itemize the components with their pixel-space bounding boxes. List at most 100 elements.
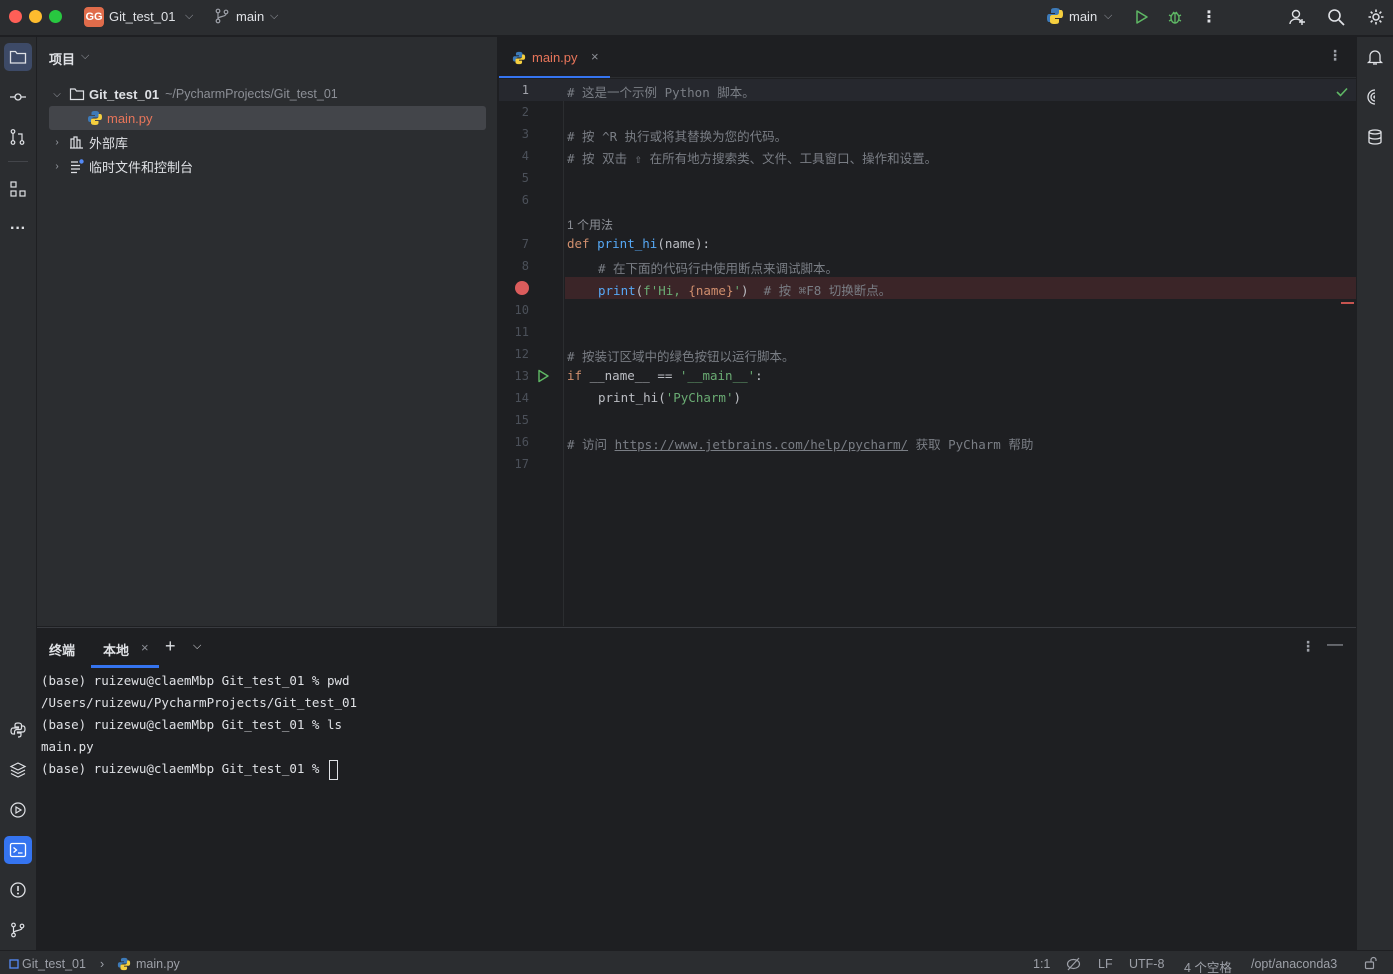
line-number: 11 <box>514 325 529 339</box>
terminal-line: main.py <box>41 739 94 754</box>
bug-icon <box>1168 11 1182 24</box>
code-line[interactable]: 7 def print_hi(name): <box>499 233 1356 255</box>
terminal-line: /Users/ruizewu/PycharmProjects/Git_test_… <box>41 695 358 710</box>
close-icon[interactable]: × <box>141 640 149 655</box>
code-line[interactable]: 6 <box>499 189 1356 211</box>
run-button[interactable] <box>1130 6 1152 28</box>
chevron-down-icon[interactable]: ⌵ <box>193 640 201 653</box>
code-line[interactable]: 12 # 按装订区域中的绿色按钮以运行脚本。 <box>499 343 1356 365</box>
more-actions-icon[interactable]: ⋮ <box>1301 638 1315 655</box>
folder-icon <box>69 88 85 101</box>
project-tool-button[interactable] <box>4 43 32 71</box>
structure-tool-button[interactable] <box>4 175 32 203</box>
usages-hint[interactable]: 1 个用法 <box>567 216 613 233</box>
code-line[interactable]: 14 print_hi('PyCharm') <box>499 387 1356 409</box>
project-name[interactable]: Git_test_01 <box>109 9 176 24</box>
chevron-right-icon[interactable]: › <box>51 161 63 172</box>
code-line[interactable]: 13 if __name__ == '__main__': <box>499 365 1356 387</box>
code-text: # 按 双击 ⇧ 在所有地方搜索类、文件、工具窗口、操作和设置。 <box>567 151 938 166</box>
code-line[interactable]: 1 # 这是一个示例 Python 脚本。 <box>499 79 1356 101</box>
tree-item-external-libraries[interactable]: › 外部库 <box>37 130 498 154</box>
minimize-icon[interactable]: — <box>1327 636 1343 654</box>
breakpoint-icon[interactable] <box>515 281 529 295</box>
zoom-window-button[interactable] <box>49 10 62 23</box>
code-line[interactable]: print(f'Hi, {name}') # 按 ⌘F8 切换断点。 <box>499 277 1356 299</box>
chevron-down-icon[interactable]: ⌵ <box>185 10 193 23</box>
caret-position[interactable]: 1:1 <box>1033 957 1050 971</box>
code-line[interactable]: 5 <box>499 167 1356 189</box>
run-config-selector[interactable]: main <box>1069 9 1097 24</box>
python-icon[interactable] <box>1046 7 1064 25</box>
chevron-down-icon[interactable]: ⌵ <box>51 89 63 100</box>
help-link[interactable]: https://www.jetbrains.com/help/pycharm/ <box>615 437 909 452</box>
problems-icon <box>10 882 26 898</box>
project-badge[interactable]: GG <box>84 7 104 27</box>
more-actions-icon[interactable]: ⋮ <box>1328 47 1342 64</box>
indent-setting[interactable]: 4 个空格 <box>1184 957 1232 974</box>
branch-selector[interactable]: main <box>236 9 264 24</box>
python-console-tool-button[interactable] <box>4 716 32 744</box>
database-tool-button[interactable] <box>1361 123 1389 151</box>
services-tool-button[interactable] <box>4 796 32 824</box>
search-button[interactable] <box>1325 6 1347 28</box>
breadcrumb-file[interactable]: main.py <box>136 957 180 971</box>
code-line[interactable]: 3 # 按 ^R 执行或将其替换为您的代码。 <box>499 123 1356 145</box>
tree-item-scratches[interactable]: › 临时文件和控制台 <box>37 154 498 178</box>
chevron-right-icon: › <box>100 957 105 971</box>
chevron-down-icon[interactable]: ⌵ <box>270 10 278 23</box>
tree-item-main-py[interactable]: main.py <box>49 106 486 130</box>
code-text: # 在下面的代码行中使用断点来调试脚本。 <box>598 261 839 276</box>
python-interpreter[interactable]: /opt/anaconda3 <box>1251 957 1337 971</box>
add-user-button[interactable] <box>1286 6 1308 28</box>
terminal-cursor <box>328 759 338 780</box>
code-line[interactable]: 10 <box>499 299 1356 321</box>
tree-item-project-root[interactable]: ⌵ Git_test_01 ~/PycharmProjects/Git_test… <box>37 82 498 106</box>
code-line[interactable]: 2 <box>499 101 1356 123</box>
line-number: 13 <box>514 369 529 383</box>
terminal-output[interactable]: (base) ruizewu@claemMbp Git_test_01 % pw… <box>41 670 1341 780</box>
breadcrumb-project[interactable]: Git_test_01 <box>22 957 86 971</box>
python-packages-tool-button[interactable] <box>4 756 32 784</box>
tree-item-label: 外部库 <box>89 135 129 151</box>
pull-requests-tool-button[interactable] <box>4 123 32 151</box>
minimize-window-button[interactable] <box>29 10 42 23</box>
terminal-tool-button[interactable] <box>4 836 32 864</box>
scrollbar-marker[interactable] <box>1341 302 1354 304</box>
debug-button[interactable] <box>1164 6 1186 28</box>
run-gutter-icon[interactable] <box>536 369 550 383</box>
chevron-down-icon[interactable]: ⌵ <box>81 50 89 63</box>
more-tools-icon[interactable]: ··· <box>4 215 32 243</box>
file-encoding[interactable]: UTF-8 <box>1129 957 1164 971</box>
new-tab-plus-icon[interactable]: + <box>165 636 176 657</box>
lock-icon[interactable] <box>1364 956 1378 970</box>
chevron-down-icon[interactable]: ⌵ <box>1104 10 1112 23</box>
problems-tool-button[interactable] <box>4 876 32 904</box>
editor-tab-main-py[interactable]: main.py × <box>499 37 610 78</box>
notifications-tool-button[interactable] <box>1361 43 1389 71</box>
terminal-tab-local[interactable]: 本地 × <box>91 628 159 668</box>
close-window-button[interactable] <box>9 10 22 23</box>
chevron-right-icon[interactable]: › <box>51 137 63 148</box>
code-line[interactable]: 15 <box>499 409 1356 431</box>
close-icon[interactable]: × <box>591 49 599 64</box>
code-insight-off-icon[interactable] <box>1066 957 1081 971</box>
code-line[interactable]: 4 # 按 双击 ⇧ 在所有地方搜索类、文件、工具窗口、操作和设置。 <box>499 145 1356 167</box>
line-separator[interactable]: LF <box>1098 957 1113 971</box>
terminal-prompt-line[interactable]: (base) ruizewu@claemMbp Git_test_01 % <box>41 758 1341 780</box>
ai-assistant-tool-button[interactable] <box>1361 83 1389 111</box>
commit-tool-button[interactable] <box>4 83 32 111</box>
more-actions-icon[interactable]: ⋮ <box>1198 6 1220 28</box>
terminal-line: (base) ruizewu@claemMbp Git_test_01 % ls <box>41 717 343 732</box>
code-line[interactable]: 17 <box>499 453 1356 475</box>
code-line[interactable]: 16 # 访问 https://www.jetbrains.com/help/p… <box>499 431 1356 453</box>
code-line[interactable]: 11 <box>499 321 1356 343</box>
project-panel-title[interactable]: 项目 <box>49 49 75 68</box>
check-icon[interactable] <box>1335 85 1349 99</box>
settings-button[interactable] <box>1365 6 1387 28</box>
git-tool-button[interactable] <box>4 916 32 944</box>
code-line[interactable]: 8 # 在下面的代码行中使用断点来调试脚本。 <box>499 255 1356 277</box>
line-number: 8 <box>521 259 529 273</box>
left-tool-strip: ··· <box>0 37 37 950</box>
usages-inlay[interactable]: 1 个用法 <box>499 211 1356 233</box>
git-branch-icon[interactable] <box>214 8 230 24</box>
